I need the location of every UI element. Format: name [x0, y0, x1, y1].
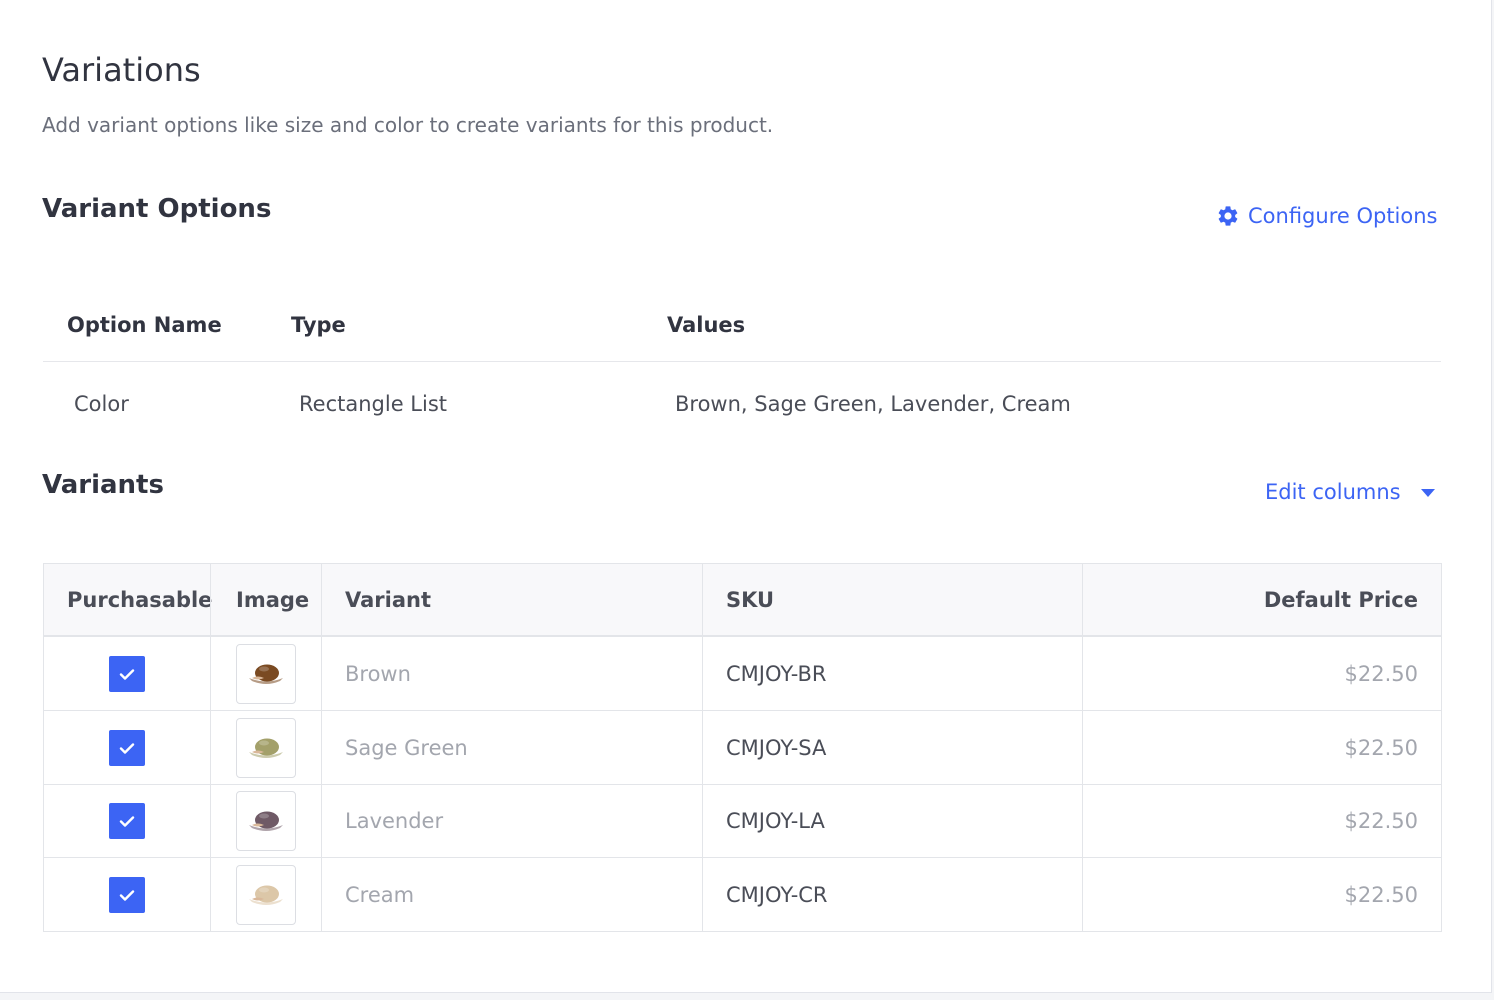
variants-table: Purchasable Image Variant SKU Default Pr… [43, 563, 1442, 932]
page-description: Add variant options like size and color … [42, 113, 774, 137]
purchasable-checkbox[interactable] [109, 656, 145, 692]
variant-name: Brown [345, 662, 411, 686]
check-icon [119, 742, 135, 754]
caret-down-icon [1420, 489, 1435, 497]
variant-image[interactable] [236, 791, 296, 851]
options-divider [43, 361, 1441, 362]
sku-value: CMJOY-CR [726, 882, 828, 907]
configure-options-label: Configure Options [1248, 204, 1438, 228]
variants-table-header: Purchasable Image Variant SKU Default Pr… [44, 564, 1441, 637]
option-type-cell: Rectangle List [299, 392, 447, 416]
cap-brown-icon [249, 664, 283, 684]
purchasable-checkbox[interactable] [109, 729, 145, 766]
check-icon [119, 889, 135, 901]
variant-image[interactable] [236, 717, 296, 778]
default-price-value[interactable]: $22.50 [1345, 734, 1418, 762]
table-row: Lavender CMJOY-LA $22.50 [44, 785, 1441, 858]
option-name-header: Option Name [67, 313, 222, 337]
default-price-value[interactable]: $22.50 [1345, 660, 1418, 688]
edit-columns-button[interactable]: Edit columns [1265, 478, 1435, 506]
variant-image[interactable] [236, 644, 296, 704]
image-header[interactable]: Image [236, 586, 309, 614]
purchasable-checkbox[interactable] [109, 803, 145, 839]
page-title: Variations [42, 51, 201, 89]
purchasable-header[interactable]: Purchasable [67, 586, 212, 614]
cap-lavender-icon [249, 811, 283, 831]
variations-panel: Variations Add variant options like size… [0, 0, 1492, 993]
option-values-header: Values [667, 313, 746, 337]
table-row: Sage Green CMJOY-SA $22.50 [44, 712, 1441, 785]
default-price-value[interactable]: $22.50 [1345, 881, 1418, 909]
variants-title: Variants [42, 470, 164, 500]
gear-icon [1218, 206, 1238, 226]
option-name-cell: Color [74, 392, 129, 416]
check-icon [119, 816, 135, 827]
sku-header[interactable]: SKU [726, 586, 774, 614]
sku-value: CMJOY-BR [726, 662, 827, 686]
sku-value: CMJOY-SA [726, 735, 827, 760]
option-values-cell: Brown, Sage Green, Lavender, Cream [675, 392, 1071, 416]
variant-header[interactable]: Variant [345, 586, 431, 614]
configure-options-button[interactable]: Configure Options [1216, 202, 1437, 230]
variant-name: Lavender [345, 809, 444, 833]
check-icon [119, 669, 135, 680]
default-price-value[interactable]: $22.50 [1345, 807, 1418, 835]
table-row: Cream CMJOY-CR $22.50 [44, 859, 1441, 932]
purchasable-checkbox[interactable] [109, 876, 145, 913]
variant-name: Cream [345, 882, 415, 907]
variant-image[interactable] [236, 864, 296, 925]
table-row: Brown CMJOY-BR $22.50 [44, 638, 1441, 711]
variant-name: Sage Green [345, 735, 468, 760]
sku-value: CMJOY-LA [726, 809, 825, 833]
variant-options-title: Variant Options [42, 194, 272, 224]
cap-sage-green-icon [249, 738, 283, 758]
default-price-header[interactable]: Default Price [1264, 586, 1418, 614]
option-type-header: Type [291, 313, 346, 337]
edit-columns-label: Edit columns [1265, 480, 1401, 504]
cap-cream-icon [249, 885, 283, 905]
